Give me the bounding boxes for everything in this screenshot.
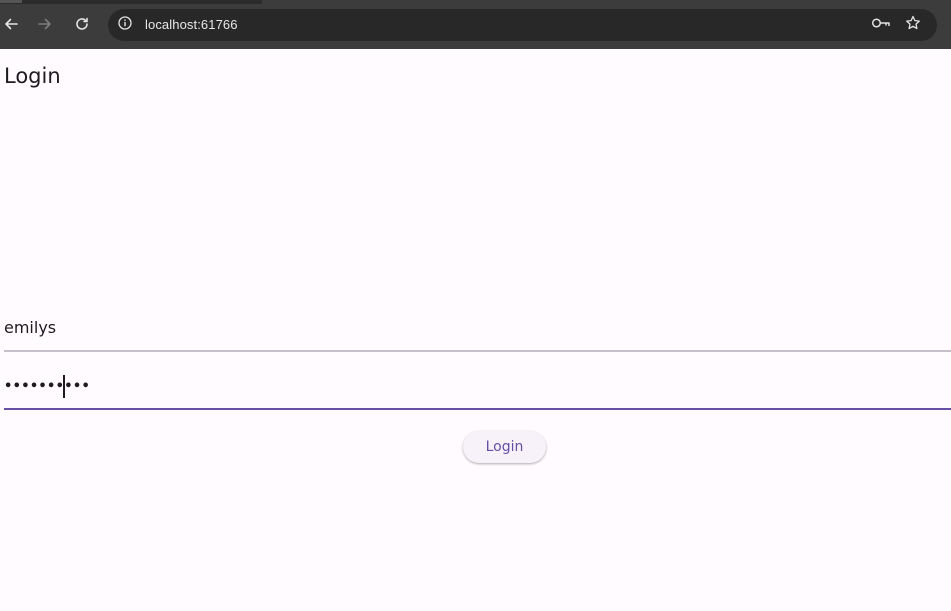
page-title: Login <box>4 64 61 88</box>
info-circle-icon <box>118 15 132 35</box>
back-button[interactable] <box>0 11 24 37</box>
url-text[interactable]: localhost:61766 <box>145 17 238 33</box>
password-manager-button[interactable] <box>871 15 891 35</box>
bookmark-button[interactable] <box>903 15 923 35</box>
login-button[interactable]: Login <box>463 431 546 463</box>
tab-strip <box>0 0 951 4</box>
password-field[interactable]: •••••••••• <box>4 367 951 410</box>
reload-icon <box>74 16 90 32</box>
star-icon <box>905 15 921 36</box>
arrow-right-icon <box>37 16 53 32</box>
password-value: •••••••••• <box>4 379 91 394</box>
username-field[interactable]: emilys <box>4 311 951 352</box>
key-icon <box>871 16 891 35</box>
address-bar[interactable]: localhost:61766 <box>108 9 937 41</box>
username-value: emilys <box>4 318 57 337</box>
browser-toolbar: localhost:61766 <box>0 0 951 49</box>
tab-strip-background <box>262 0 951 4</box>
arrow-left-icon <box>3 16 19 32</box>
text-cursor <box>63 375 65 398</box>
tab-edge <box>0 0 22 3</box>
site-info-button[interactable] <box>117 15 133 35</box>
app-page: Login emilys •••••••••• Login <box>0 49 951 611</box>
forward-button[interactable] <box>32 11 58 37</box>
reload-button[interactable] <box>69 11 95 37</box>
